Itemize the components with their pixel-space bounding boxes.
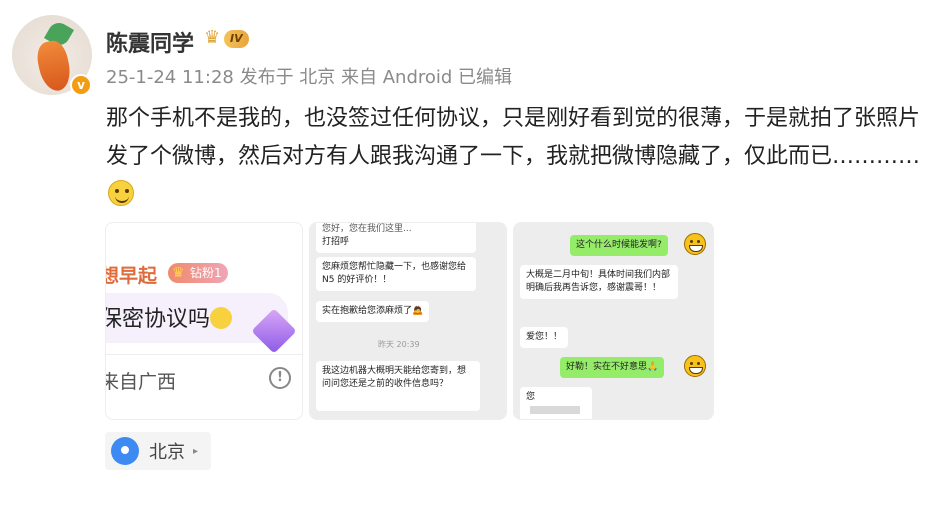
grin-avatar-icon bbox=[684, 233, 706, 255]
chat-bubble-text: 您好，您在我们这里... bbox=[322, 224, 412, 234]
chat-bubble-text: 打招呼 bbox=[322, 237, 350, 247]
post-meta: 25-1-24 11:28 发布于 北京 来自 Android 已编辑 bbox=[106, 67, 513, 88]
chat-bubble-sent: 好勒！实在不好意思🙏 bbox=[560, 357, 665, 378]
laugh-emoji-icon bbox=[210, 307, 233, 329]
image1-location: 来自广西 bbox=[105, 371, 177, 393]
chat-bubble: 爱您！！ bbox=[520, 327, 569, 348]
grin-avatar-icon bbox=[684, 355, 706, 377]
post-image-2[interactable]: 您好，您在我们这里... 打招呼 您麻烦您帮忙隐藏一下，也感谢您给 N5 的好评… bbox=[309, 222, 507, 420]
username[interactable]: 陈震同学 bbox=[106, 26, 194, 58]
location-label: 北京 bbox=[149, 442, 185, 463]
avatar-carrot-shape bbox=[34, 38, 74, 94]
crown-icon: ♛ bbox=[204, 27, 221, 48]
post-text: 那个手机不是我的，也没签过任何协议，只是刚好看到觉的很薄，于是就拍了张照片发了个… bbox=[106, 100, 926, 214]
divider bbox=[106, 354, 302, 355]
chat-bubble: 大概是二月中旬！具体时间我们内部明确后我再告诉您，感谢震哥！！ bbox=[520, 265, 678, 299]
location-chip[interactable]: 北京 ▸ bbox=[105, 432, 211, 470]
chat-bubble-sent: 这个什么时候能发啊? bbox=[570, 235, 668, 256]
redacted-block bbox=[530, 405, 580, 414]
chat-bubble: 我这边机器大概明天能给您寄到，想问问您还是之前的收件信息吗？ bbox=[316, 361, 480, 411]
chat-bubble: 您 bbox=[520, 387, 592, 419]
post-image-1[interactable]: 想早起 钻粉1 保密协议吗 来自广西 ! bbox=[105, 222, 303, 420]
post-image-3[interactable]: 这个什么时候能发啊? 大概是二月中旬！具体时间我们内部明确后我再告诉您，感谢震哥… bbox=[513, 222, 714, 420]
chat-timestamp: 昨天 20:39 bbox=[378, 340, 420, 349]
chevron-right-icon: ▸ bbox=[193, 445, 199, 457]
chat-bubble-text: 您 bbox=[526, 392, 536, 402]
image1-fan-badge: 钻粉1 bbox=[168, 263, 228, 283]
level-badge[interactable]: IV bbox=[224, 30, 249, 48]
verified-badge-icon: v bbox=[70, 74, 92, 96]
chat-bubble: 实在抱歉给您添麻烦了🙇 bbox=[316, 301, 430, 322]
warning-icon: ! bbox=[269, 367, 291, 389]
image1-username: 想早起 bbox=[105, 265, 158, 287]
smile-emoji-icon bbox=[108, 180, 134, 206]
post-text-body: 那个手机不是我的，也没签过任何协议，只是刚好看到觉的很薄，于是就拍了张照片发了个… bbox=[106, 106, 921, 169]
chat-bubble: 您麻烦您帮忙隐藏一下，也感谢您给 N5 的好评价！！ bbox=[316, 257, 476, 291]
location-pin-icon bbox=[111, 437, 139, 465]
chat-bubble: 您好，您在我们这里... 打招呼 bbox=[316, 223, 476, 253]
image1-comment: 保密协议吗 bbox=[105, 301, 233, 333]
action-bar-cutoff bbox=[360, 512, 570, 521]
image1-comment-text: 保密协议吗 bbox=[105, 307, 211, 332]
